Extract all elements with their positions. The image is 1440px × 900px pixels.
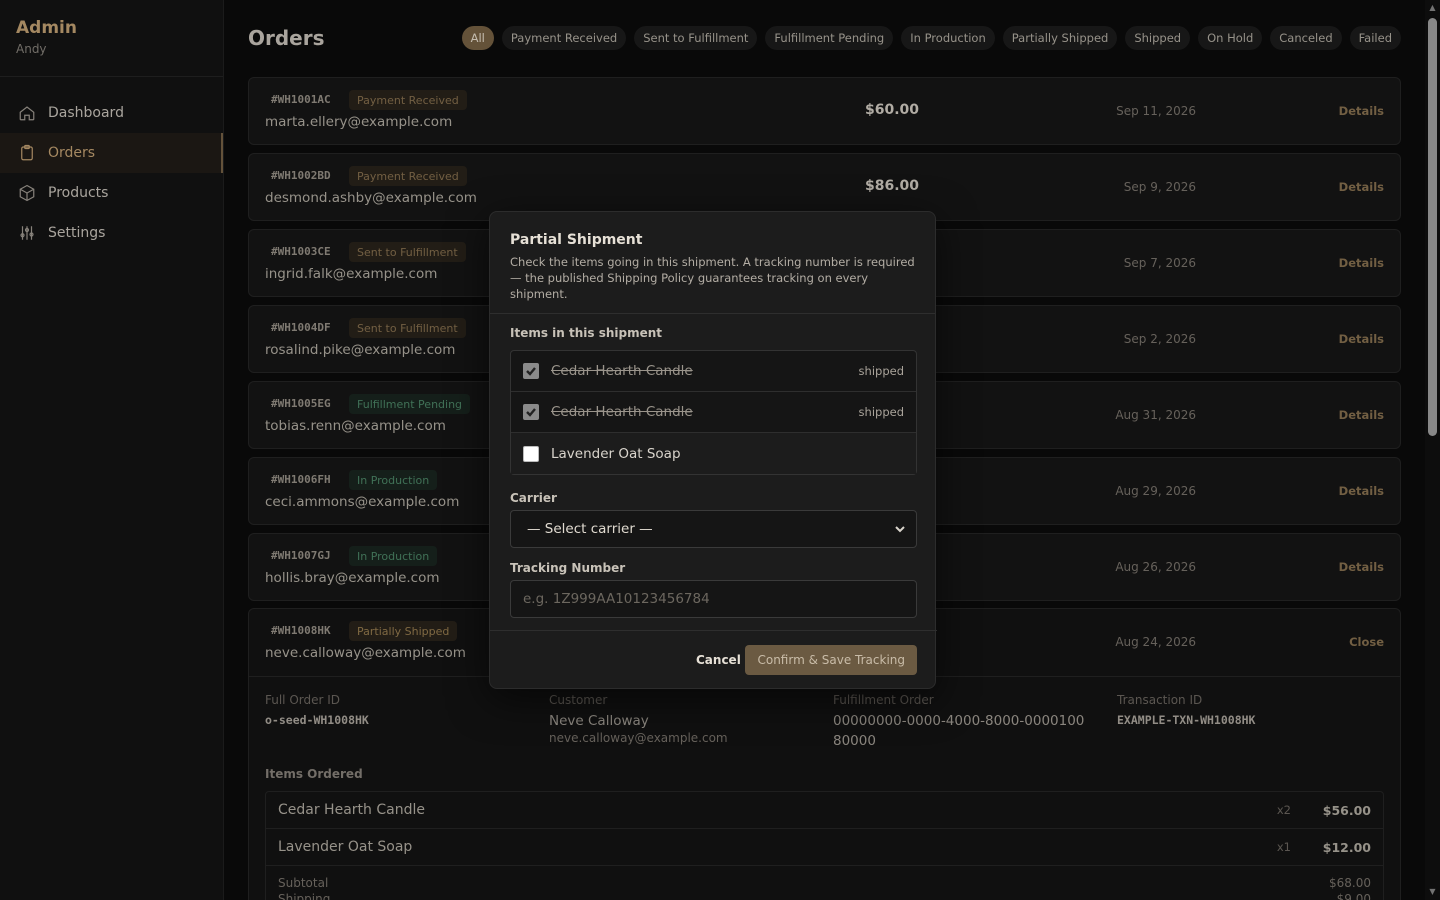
shipment-item[interactable]: Lavender Oat Soap	[511, 433, 916, 474]
carrier-select[interactable]: — Select carrier —	[510, 510, 917, 548]
confirm-save-tracking-button[interactable]: Confirm & Save Tracking	[745, 645, 917, 675]
modal-title: Partial Shipment	[510, 232, 643, 248]
check-icon	[526, 408, 536, 417]
modal-footer: Cancel Confirm & Save Tracking	[490, 630, 937, 690]
tracking-number-label: Tracking Number	[510, 561, 626, 575]
modal-header: Partial Shipment Check the items going i…	[490, 212, 935, 314]
item-checkbox[interactable]	[523, 404, 539, 420]
partial-shipment-modal: Partial Shipment Check the items going i…	[489, 211, 937, 690]
shipment-item-status: shipped	[858, 364, 904, 378]
item-checkbox[interactable]	[523, 445, 539, 462]
chevron-down-icon	[895, 526, 905, 533]
shipment-item-name: Cedar Hearth Candle	[551, 404, 693, 420]
shipment-item-name: Lavender Oat Soap	[551, 445, 681, 462]
tracking-number-input[interactable]	[510, 580, 917, 618]
shipment-item[interactable]: Cedar Hearth Candle shipped	[511, 351, 916, 392]
shipment-items-list: Cedar Hearth Candle shipped Cedar Hearth…	[510, 350, 917, 475]
item-checkbox[interactable]	[523, 363, 539, 379]
shipment-items-label: Items in this shipment	[510, 326, 663, 340]
carrier-label: Carrier	[510, 491, 557, 505]
cancel-button[interactable]: Cancel	[686, 645, 751, 675]
shipment-item[interactable]: Cedar Hearth Candle shipped	[511, 392, 916, 433]
shipment-item-status: shipped	[858, 405, 904, 419]
modal-description: Check the items going in this shipment. …	[510, 255, 915, 301]
check-icon	[526, 367, 536, 376]
shipment-item-name: Cedar Hearth Candle	[551, 363, 693, 379]
carrier-select-value: — Select carrier —	[527, 521, 653, 537]
